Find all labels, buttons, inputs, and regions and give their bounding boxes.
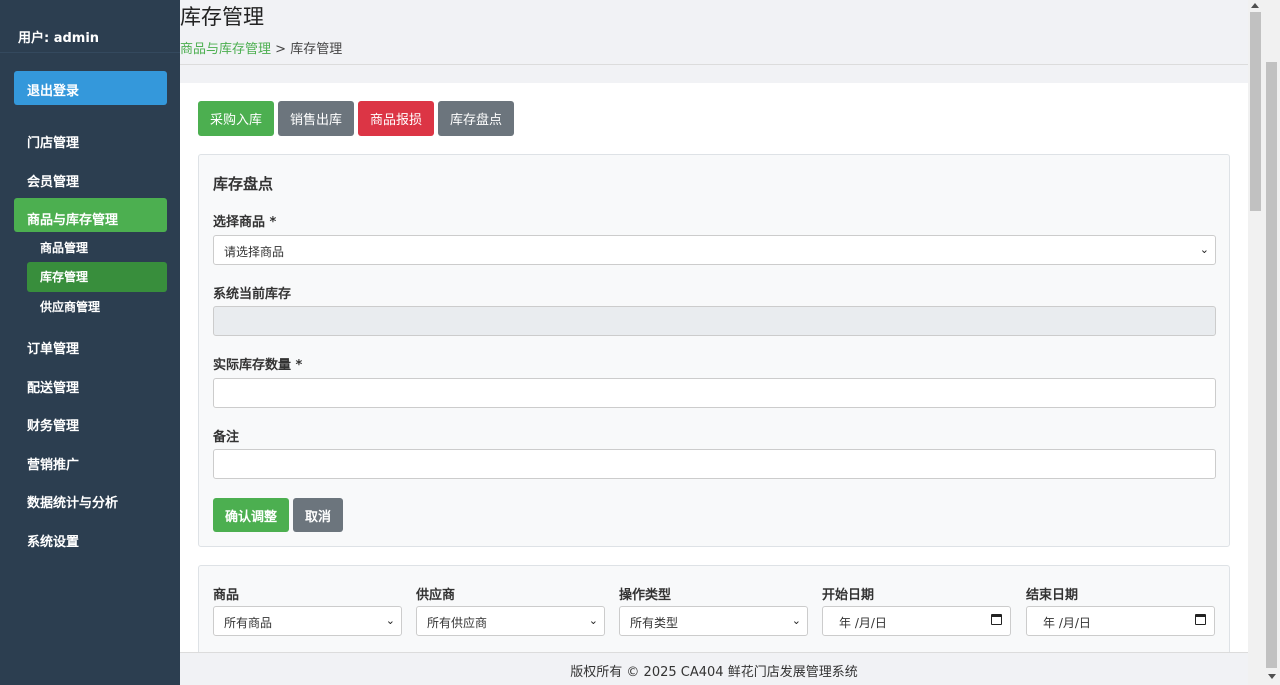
filter-supplier-value: 所有供应商 [427, 616, 488, 630]
start-date-value: 年 /月/日 [839, 616, 887, 630]
breadcrumb: 商品与库存管理 > 库存管理 [180, 38, 342, 57]
product-select[interactable]: 请选择商品 ⌄ [213, 235, 1216, 265]
cancel-button[interactable]: 取消 [293, 498, 344, 532]
action-buttons: 采购入库 销售出库 商品报损 库存盘点 [198, 101, 515, 136]
filter-supplier-select[interactable]: 所有供应商 ⌄ [416, 606, 605, 636]
start-date-input[interactable]: 年 /月/日 [822, 606, 1011, 636]
current-user: 用户: admin [0, 0, 180, 53]
sidebar-item-settings[interactable]: 系统设置 [14, 520, 167, 554]
product-select-value: 请选择商品 [224, 245, 285, 259]
sidebar-subitem-products[interactable]: 商品管理 [27, 233, 167, 263]
footer: 版权所有 © 2025 CA404 鲜花门店发展管理系统 [180, 652, 1248, 685]
filter-type-label: 操作类型 [619, 588, 672, 603]
actual-qty-label: 实际库存数量 * [213, 358, 303, 373]
filter-type: 操作类型 所有类型 ⌄ [619, 582, 808, 636]
product-label: 选择商品 * [213, 215, 277, 230]
sidebar-item-analytics[interactable]: 数据统计与分析 [14, 481, 167, 515]
scrollbar[interactable] [1248, 0, 1280, 685]
damage-report-button[interactable]: 商品报损 [358, 101, 435, 136]
chevron-down-icon: ⌄ [385, 614, 395, 627]
sidebar-subitem-suppliers[interactable]: 供应商管理 [27, 292, 167, 322]
calendar-icon[interactable] [991, 614, 1002, 625]
sale-out-button[interactable]: 销售出库 [278, 101, 355, 136]
sidebar-item-stores[interactable]: 门店管理 [14, 121, 167, 155]
sidebar-item-members[interactable]: 会员管理 [14, 160, 167, 194]
filter-end-label: 结束日期 [1026, 588, 1079, 603]
form-buttons: 确认调整 取消 [213, 498, 344, 532]
sidebar: 用户: admin 退出登录 门店管理 会员管理 商品与库存管理 商品管理 库存… [0, 0, 180, 685]
chevron-down-icon: ⌄ [1199, 243, 1209, 256]
filter-product-label: 商品 [213, 588, 240, 603]
breadcrumb-link-products-inventory[interactable]: 商品与库存管理 [180, 42, 271, 57]
filter-start-date: 开始日期 年 /月/日 [822, 582, 1011, 636]
confirm-adjust-button[interactable]: 确认调整 [213, 498, 290, 532]
filter-product-value: 所有商品 [224, 616, 273, 630]
breadcrumb-separator: > [275, 42, 287, 57]
chevron-down-icon: ⌄ [588, 614, 598, 627]
sidebar-item-delivery[interactable]: 配送管理 [14, 366, 167, 400]
filter-panel: 商品 所有商品 ⌄ 供应商 所有供应商 ⌄ 操作类型 所有类型 ⌄ 开始日期 年… [198, 565, 1230, 653]
logout-button[interactable]: 退出登录 [14, 71, 167, 105]
scroll-up-arrow-icon[interactable] [1251, 3, 1259, 8]
breadcrumb-current: 库存管理 [290, 42, 343, 57]
current-stock-label: 系统当前库存 [213, 287, 292, 302]
filter-product: 商品 所有商品 ⌄ [213, 582, 402, 636]
chevron-down-icon: ⌄ [791, 614, 801, 627]
main-content: 采购入库 销售出库 商品报损 库存盘点 库存盘点 选择商品 * 请选择商品 ⌄ … [180, 83, 1248, 653]
calendar-icon[interactable] [1195, 614, 1206, 625]
sidebar-subitem-inventory[interactable]: 库存管理 [27, 262, 167, 292]
sidebar-item-finance[interactable]: 财务管理 [14, 404, 167, 438]
page-header: 库存管理 商品与库存管理 > 库存管理 [180, 0, 1248, 65]
stocktake-button[interactable]: 库存盘点 [438, 101, 515, 136]
filter-end-date: 结束日期 年 /月/日 [1026, 582, 1215, 636]
filter-supplier: 供应商 所有供应商 ⌄ [416, 582, 605, 636]
remark-label: 备注 [213, 430, 240, 445]
current-stock-field [213, 306, 1216, 336]
filter-start-label: 开始日期 [822, 588, 875, 603]
scroll-down-arrow-icon[interactable] [1268, 674, 1276, 679]
sidebar-nav: 门店管理 会员管理 商品与库存管理 商品管理 库存管理 供应商管理 订单管理 配… [14, 121, 167, 558]
outer-scrollbar-thumb[interactable] [1266, 62, 1277, 668]
sidebar-item-orders[interactable]: 订单管理 [14, 327, 167, 361]
end-date-value: 年 /月/日 [1043, 616, 1091, 630]
filter-type-select[interactable]: 所有类型 ⌄ [619, 606, 808, 636]
sidebar-submenu: 商品管理 库存管理 供应商管理 [27, 233, 167, 322]
sidebar-item-marketing[interactable]: 营销推广 [14, 443, 167, 477]
filter-supplier-label: 供应商 [416, 588, 456, 603]
scrollbar-thumb[interactable] [1250, 12, 1261, 211]
purchase-in-button[interactable]: 采购入库 [198, 101, 275, 136]
end-date-input[interactable]: 年 /月/日 [1026, 606, 1215, 636]
stocktake-form: 库存盘点 选择商品 * 请选择商品 ⌄ 系统当前库存 实际库存数量 * 备注 确… [198, 154, 1230, 547]
actual-qty-input[interactable] [213, 378, 1216, 408]
filter-type-value: 所有类型 [630, 616, 679, 630]
filter-product-select[interactable]: 所有商品 ⌄ [213, 606, 402, 636]
sidebar-item-products-inventory[interactable]: 商品与库存管理 [14, 198, 167, 232]
form-title: 库存盘点 [213, 175, 274, 193]
page-title: 库存管理 [180, 5, 264, 29]
remark-input[interactable] [213, 449, 1216, 479]
